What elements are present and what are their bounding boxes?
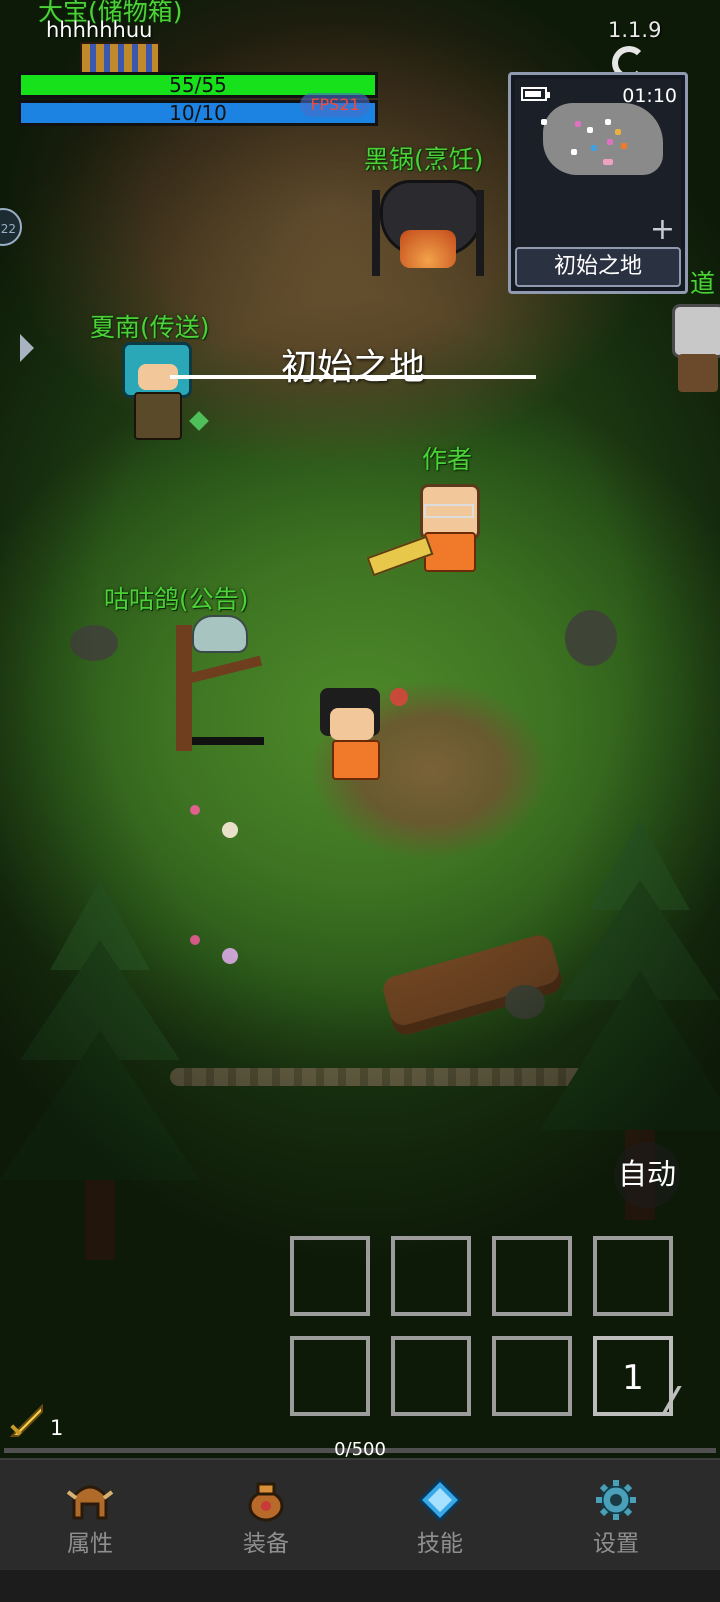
skill-slot[interactable] [290,1336,370,1416]
sword-icon [9,1403,43,1437]
minimap-marker [603,159,613,165]
npc-label-notice: 咕咕鸽(公告) [104,585,249,614]
minimap-marker [605,119,611,125]
nav-equipment[interactable]: 装备 [206,1478,326,1558]
nav-label: 装备 [243,1531,289,1557]
skill-slot[interactable] [391,1236,471,1316]
player-character[interactable] [318,688,414,788]
npc-label-cooking: 黑锅(烹饪) [364,145,484,174]
minimap[interactable]: 01:10 + 初始之地 [508,72,688,294]
npc-edge[interactable] [668,300,720,400]
nav-label: 设置 [593,1531,639,1557]
minimap-marker [621,143,627,149]
minimap-marker [571,149,577,155]
nav-label: 属性 [67,1531,113,1557]
sword-count-value: 1 [50,1416,64,1440]
area-title-underline [170,375,536,379]
minimap-marker [615,129,621,135]
bag-icon [242,1478,290,1522]
helmet-icon [66,1478,114,1522]
skill-slot[interactable] [492,1236,572,1316]
skill-slot-count: 1 [622,1358,644,1398]
skill-slot[interactable] [290,1236,370,1316]
battery-icon [521,87,550,101]
minimap-marker [591,145,597,151]
cooking-pot[interactable] [372,170,484,280]
minimap-marker [587,127,593,133]
clock-time: 01:10 [622,85,677,107]
nav-skills[interactable]: 技能 [380,1477,500,1558]
auto-button[interactable]: 自动 [614,1142,680,1208]
skill-slot[interactable] [593,1236,673,1316]
npc-label-author: 作者 [422,445,473,474]
area-title: 初始之地 [280,347,425,388]
skill-slot-main[interactable]: 1 [593,1336,673,1416]
npc-label-edge: 道 [690,269,716,298]
nav-attributes[interactable]: 属性 [30,1478,150,1558]
gear-icon [592,1478,640,1522]
npc-author[interactable] [366,480,486,580]
notice-board[interactable] [168,615,268,755]
player-name: hhhhhhuu [46,18,153,42]
skill-slot[interactable] [391,1336,471,1416]
exp-text: 0/500 [334,1439,386,1460]
expand-arrow-icon[interactable] [20,334,34,362]
storage-chest[interactable] [80,42,160,76]
minimap-marker [541,119,547,125]
crystal-icon [416,1477,464,1523]
zoom-plus-button[interactable]: + [650,215,675,245]
nav-settings[interactable]: 设置 [556,1478,676,1558]
fps-counter: FPS21 [300,93,370,117]
bottom-nav: 属性 装备 技能 设置 [0,1458,720,1602]
skill-slot[interactable] [492,1336,572,1416]
minimap-marker [575,121,581,127]
version-label: 1.1.9 [608,18,662,42]
minimap-marker [607,139,613,145]
nav-label: 技能 [417,1531,463,1557]
region-name: 初始之地 [515,247,681,287]
